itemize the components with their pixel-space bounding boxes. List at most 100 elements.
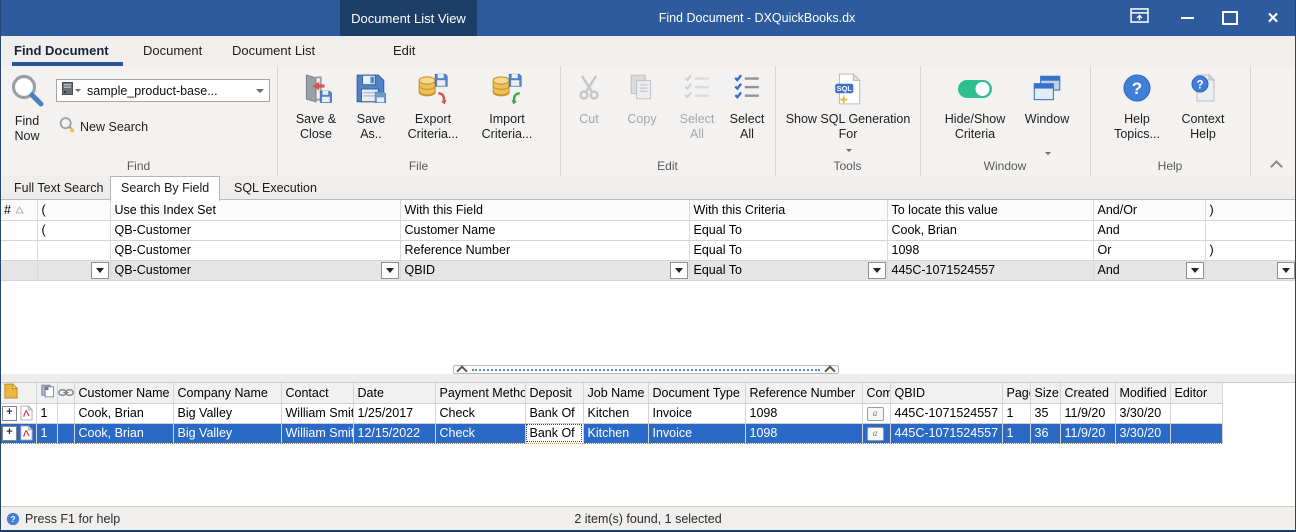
created-cell[interactable]: 11/9/20 (1060, 403, 1116, 424)
hide-show-criteria-button[interactable]: Hide/Show Criteria (936, 70, 1014, 142)
tab-search-by-field[interactable]: Search By Field (110, 176, 221, 201)
customer-cell[interactable]: Cook, Brian (74, 422, 174, 444)
criteria-row[interactable]: ( QB-Customer Customer Name Equal To Coo… (0, 220, 1296, 241)
col-header-deposit[interactable]: Deposit (525, 383, 584, 404)
dropdown-button[interactable] (90, 261, 109, 279)
editor-cell[interactable] (1170, 403, 1223, 424)
collapse-ribbon-button[interactable] (1270, 160, 1283, 173)
row-number-cell[interactable] (0, 260, 38, 281)
col-header-payment-method[interactable]: Payment Method (435, 383, 526, 404)
pages-cell[interactable]: 1 (1002, 403, 1031, 424)
save-close-button[interactable]: Save & Close (287, 70, 345, 142)
select-all-button[interactable]: Select All (724, 70, 770, 142)
tab-edit[interactable]: Edit (393, 36, 415, 66)
close-paren-editor[interactable] (1205, 260, 1296, 281)
col-header-job-name[interactable]: Job Name (583, 383, 649, 404)
col-header-number[interactable]: # (0, 200, 38, 221)
col-header-criteria[interactable]: With this Criteria (689, 200, 888, 221)
modified-cell[interactable]: 3/30/20 (1115, 403, 1171, 424)
link-cell[interactable] (57, 403, 75, 424)
copies-cell[interactable]: 1 (36, 422, 58, 444)
criteria-edit-row[interactable]: QB-Customer QBID Equal To 445C-107152455… (0, 260, 1296, 281)
criteria-cell[interactable]: Equal To (689, 240, 888, 261)
icon-selector-caret[interactable] (75, 89, 81, 92)
expand-cell[interactable]: + (0, 403, 37, 424)
col-header-andor[interactable]: And/Or (1093, 200, 1206, 221)
window-dropdown-caret[interactable] (1045, 152, 1051, 156)
close-paren-cell[interactable]: ) (1205, 240, 1296, 261)
payment-cell[interactable]: Check (435, 403, 526, 424)
row-number-cell[interactable] (0, 220, 38, 241)
col-header-open-paren[interactable]: ( (37, 200, 111, 221)
job-cell[interactable]: Kitchen (583, 403, 649, 424)
expand-button[interactable]: + (2, 405, 17, 421)
expand-button[interactable]: + (2, 425, 17, 441)
col-header-editor[interactable]: Editor (1170, 383, 1223, 404)
index-set-combobox[interactable]: sample_product-base... (56, 79, 270, 102)
col-header-copies-icon[interactable] (36, 383, 58, 404)
field-cell[interactable]: Customer Name (400, 220, 690, 241)
find-now-button[interactable] (8, 72, 48, 117)
value-cell[interactable]: Cook, Brian (887, 220, 1094, 241)
dropdown-button[interactable] (380, 261, 399, 279)
expand-cell[interactable]: + (0, 422, 37, 444)
close-button[interactable]: ✕ (1260, 6, 1286, 30)
open-paren-editor[interactable] (37, 260, 111, 281)
find-now-label[interactable]: Find Now (4, 114, 50, 144)
date-cell[interactable]: 12/15/2022 (353, 422, 436, 444)
qbid-cell[interactable]: 445C-1071524557 (890, 422, 1003, 444)
combobox-dropdown-caret[interactable] (256, 88, 264, 93)
col-header-index-set[interactable]: Use this Index Set (110, 200, 401, 221)
comment-cell[interactable]: a (862, 422, 891, 444)
show-sql-generation-button[interactable]: SQL Show SQL Generation For (783, 70, 913, 160)
open-paren-cell[interactable]: ( (37, 220, 111, 241)
contact-cell[interactable]: William Smith (281, 422, 354, 444)
value-editor[interactable]: 445C-1071524557 (887, 260, 1094, 281)
col-header-qbid[interactable]: QBID (890, 383, 1003, 404)
criteria-row[interactable]: QB-Customer Reference Number Equal To 10… (0, 240, 1296, 261)
value-cell[interactable]: 1098 (887, 240, 1094, 261)
splitter-grip[interactable] (472, 368, 820, 371)
dropdown-button[interactable] (867, 261, 886, 279)
job-cell[interactable]: Kitchen (583, 422, 649, 444)
col-header-comment[interactable]: Comment (862, 383, 891, 404)
company-cell[interactable]: Big Valley (173, 422, 282, 444)
col-header-close-paren[interactable]: ) (1205, 200, 1296, 221)
col-header-field[interactable]: With this Field (400, 200, 690, 221)
qbid-cell[interactable]: 445C-1071524557 (890, 403, 1003, 424)
size-cell[interactable]: 35 (1030, 403, 1061, 424)
criteria-editor[interactable]: Equal To (689, 260, 888, 281)
copies-cell[interactable]: 1 (36, 403, 58, 424)
col-header-document-type[interactable]: Document Type (648, 383, 746, 404)
tab-document-list[interactable]: Document List (232, 36, 315, 66)
dropdown-button[interactable] (669, 261, 688, 279)
field-editor[interactable]: QBID (400, 260, 690, 281)
col-header-customer-name[interactable]: Customer Name (74, 383, 174, 404)
company-cell[interactable]: Big Valley (173, 403, 282, 424)
payment-cell[interactable]: Check (435, 422, 526, 444)
col-header-company-name[interactable]: Company Name (173, 383, 282, 404)
index-set-cell[interactable]: QB-Customer (110, 240, 401, 261)
doctype-cell[interactable]: Invoice (648, 403, 746, 424)
andor-editor[interactable]: And (1093, 260, 1206, 281)
row-number-cell[interactable] (0, 240, 38, 261)
show-sql-dropdown-caret[interactable] (846, 149, 852, 153)
andor-cell[interactable]: Or (1093, 240, 1206, 261)
tab-document[interactable]: Document (143, 36, 202, 66)
window-menu-button[interactable]: Window (1018, 70, 1076, 163)
export-criteria-button[interactable]: Export Criteria... (399, 70, 467, 142)
open-paren-cell[interactable] (37, 240, 111, 261)
deposit-cell-focused[interactable]: Bank Of (525, 422, 584, 444)
criteria-cell[interactable]: Equal To (689, 220, 888, 241)
date-cell[interactable]: 1/25/2017 (353, 403, 436, 424)
contact-cell[interactable]: William Smith (281, 403, 354, 424)
size-cell[interactable]: 36 (1030, 422, 1061, 444)
andor-cell[interactable]: And (1093, 220, 1206, 241)
minimize-button[interactable] (1174, 6, 1200, 30)
import-criteria-button[interactable]: Import Criteria... (473, 70, 541, 142)
field-cell[interactable]: Reference Number (400, 240, 690, 261)
created-cell[interactable]: 11/9/20 (1060, 422, 1116, 444)
col-header-contact[interactable]: Contact (281, 383, 354, 404)
col-header-document-icon[interactable] (0, 383, 37, 404)
col-header-date[interactable]: Date (353, 383, 436, 404)
